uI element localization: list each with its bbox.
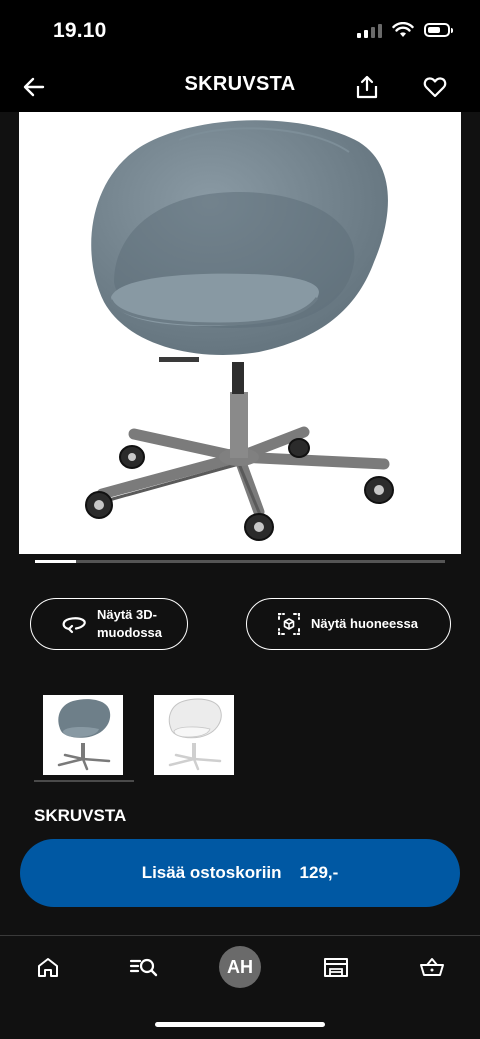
- view-in-room-label: Näytä huoneessa: [311, 616, 418, 631]
- tab-profile[interactable]: AH: [216, 944, 264, 990]
- product-image[interactable]: [19, 112, 461, 554]
- share-button[interactable]: [350, 70, 384, 104]
- add-to-cart-button[interactable]: Lisää ostoskoriin 129,-: [20, 839, 460, 907]
- thumbnail-selected-indicator: [34, 780, 134, 782]
- share-icon: [356, 75, 378, 99]
- view-3d-button[interactable]: Näytä 3D- muodossa: [30, 598, 188, 650]
- battery-icon: [424, 23, 453, 37]
- wifi-icon: [392, 22, 414, 37]
- home-icon: [38, 958, 58, 977]
- page-title: SKRUVSTA: [184, 73, 296, 95]
- product-name: SKRUVSTA: [34, 806, 127, 825]
- thumbnail-white-chair[interactable]: [154, 695, 234, 775]
- store-icon: [324, 958, 348, 977]
- favorite-button[interactable]: [418, 70, 452, 104]
- search-icon: [129, 958, 158, 977]
- avatar: AH: [219, 946, 261, 988]
- rotate-3d-icon: [62, 617, 86, 634]
- app-header: SKRUVSTA: [0, 62, 480, 112]
- gallery-progress: [35, 560, 445, 563]
- gallery-progress-fill: [35, 560, 76, 563]
- basket-icon: [420, 958, 444, 976]
- heart-icon: [423, 77, 447, 98]
- view-3d-label: Näytä 3D- muodossa: [97, 607, 163, 640]
- office-chair-image: [85, 120, 394, 541]
- chair-thumbnail-icon: [168, 698, 222, 771]
- tab-home[interactable]: [24, 944, 72, 990]
- home-indicator: [155, 1022, 325, 1027]
- cellular-signal-icon: [357, 22, 382, 38]
- add-to-cart-label: Lisää ostoskoriin: [141, 863, 282, 882]
- tab-search[interactable]: [120, 944, 168, 990]
- status-time: 19.10: [53, 19, 107, 42]
- tab-basket[interactable]: [408, 944, 456, 990]
- chair-thumbnail-icon: [57, 699, 111, 771]
- view-in-room-button[interactable]: Näytä huoneessa: [246, 598, 451, 650]
- ar-cube-icon: [278, 613, 300, 635]
- tab-stores[interactable]: [312, 944, 360, 990]
- status-bar: 19.10: [0, 0, 480, 62]
- status-icons: [357, 22, 453, 38]
- thumbnail-gray-chair[interactable]: [43, 695, 123, 775]
- tabbar-divider: [0, 935, 480, 936]
- price-label: 129,-: [299, 863, 339, 882]
